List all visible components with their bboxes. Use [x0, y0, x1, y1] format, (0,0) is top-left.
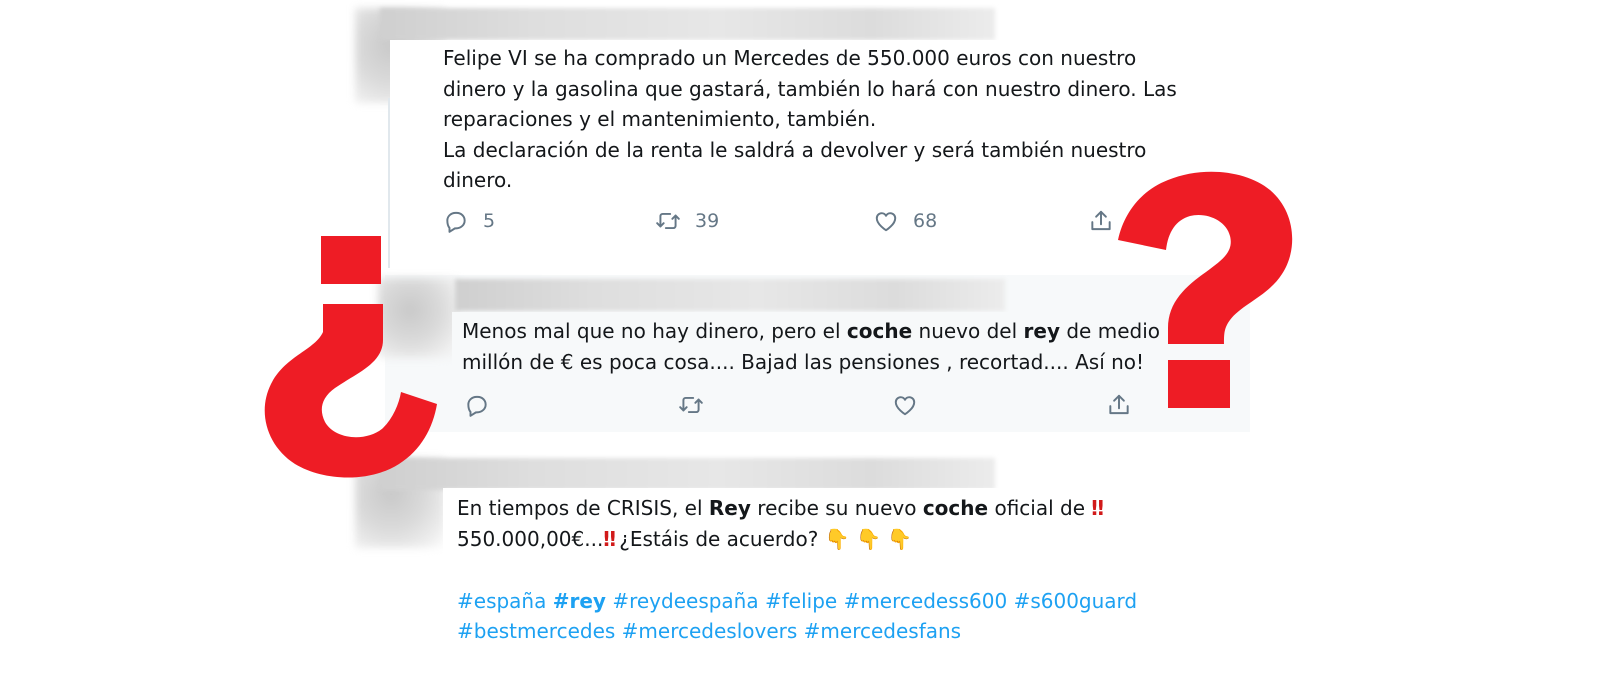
question-mark-overlay: ? — [1118, 171, 1293, 408]
reply-count: 5 — [483, 210, 496, 232]
highlight-coche: coche — [846, 319, 913, 343]
pointing-down-emoji: 👇 — [855, 526, 881, 551]
hashtag-link[interactable]: #mercedeslovers — [622, 619, 798, 643]
tweet-text-part: oficial de — [988, 496, 1092, 520]
reply-button[interactable] — [464, 392, 490, 418]
heart-icon — [875, 212, 897, 232]
like-button[interactable] — [892, 392, 918, 418]
double-exclamation-emoji: ‼ — [1091, 496, 1103, 520]
hashtag-link[interactable]: #reydeespaña — [612, 589, 758, 613]
hashtag-link[interactable]: #mercedesfans — [804, 619, 961, 643]
like-count: 68 — [913, 210, 938, 232]
hashtag-link[interactable]: #s600guard — [1014, 589, 1138, 613]
retweet-icon — [679, 396, 703, 414]
reply-icon — [446, 211, 466, 233]
tweet-text-line2: millón de € es poca cosa.... Bajad las p… — [462, 349, 1145, 374]
blurred-username-header — [380, 8, 995, 40]
tweet-text-part: 550.000,00€... — [457, 526, 604, 551]
retweet-button[interactable]: 39 — [655, 208, 719, 234]
hashtag-link[interactable]: #españa — [457, 589, 546, 613]
retweet-icon — [656, 212, 680, 230]
heart-icon — [894, 396, 916, 416]
reply-button[interactable]: 5 — [443, 208, 495, 234]
hashtag-link[interactable]: #felipe — [765, 589, 837, 613]
hashtag-link[interactable]: #bestmercedes — [457, 619, 615, 643]
tweet-text-part: En tiempos de CRISIS, el — [457, 496, 709, 520]
inverted-question-mark-overlay: ¿ — [264, 236, 437, 478]
hashtag-link[interactable]: #rey — [553, 589, 606, 613]
highlight-rey: Rey — [708, 496, 751, 520]
highlight-rey: rey — [1023, 319, 1060, 343]
tweet-text-part: recibe su nuevo — [750, 496, 923, 520]
pointing-down-emoji: 👇 — [887, 526, 913, 551]
tweet-text-part: ¿Estáis de acuerdo? — [612, 526, 825, 551]
retweet-button[interactable] — [678, 392, 704, 418]
blurred-username-header — [380, 458, 995, 490]
tweet-text-part: Menos mal que no hay dinero, pero el — [462, 319, 847, 343]
tweet-text: En tiempos de CRISIS, el Rey recibe su n… — [457, 493, 1237, 554]
pointing-down-emoji: 👇 — [824, 526, 850, 551]
retweet-count: 39 — [695, 210, 720, 232]
like-button[interactable]: 68 — [873, 208, 937, 234]
hashtag-list: #españa #rey #reydeespaña #felipe #merce… — [457, 586, 1237, 646]
tweet-actions: 5 39 68 — [443, 208, 1223, 242]
blurred-username-header — [455, 279, 1005, 311]
highlight-coche: coche — [922, 496, 989, 520]
tweet-card-3: En tiempos de CRISIS, el Rey recibe su n… — [443, 488, 1243, 675]
reply-icon — [467, 395, 487, 417]
double-exclamation-emoji: ‼ — [603, 526, 615, 551]
hashtag-link[interactable]: #mercedess600 — [844, 589, 1008, 613]
tweet-text-part: nuevo del — [912, 319, 1024, 343]
